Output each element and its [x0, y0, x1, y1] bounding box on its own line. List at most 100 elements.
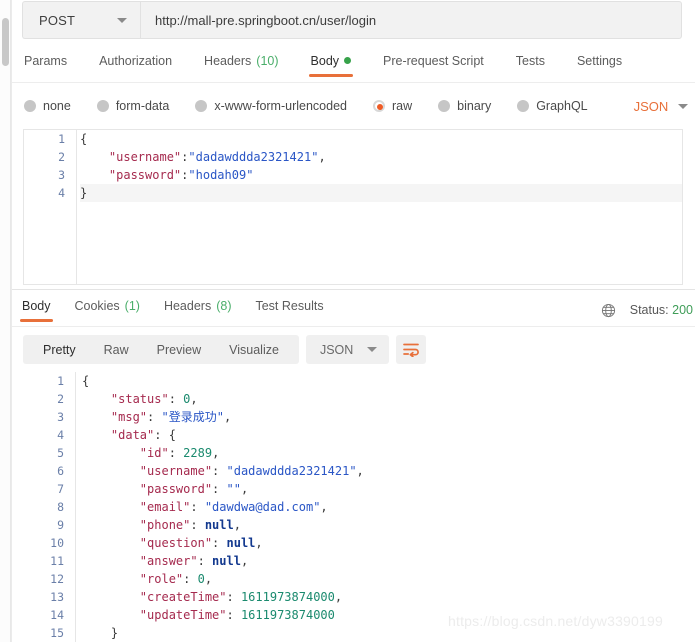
left-scrollbar[interactable] — [0, 0, 11, 642]
line-number: 5 — [57, 446, 64, 460]
body-type-graphql[interactable]: GraphQL — [517, 99, 588, 113]
tab-label: Cookies — [74, 298, 120, 313]
code-token: : — [168, 446, 184, 460]
body-type-x-www-form-urlencoded[interactable]: x-www-form-urlencoded — [195, 99, 347, 113]
request-body-code[interactable]: { "username":"dadawddda2321421", "passwo… — [77, 130, 682, 284]
code-token: : — [190, 500, 205, 514]
code-line: "username": "dadawddda2321421", — [82, 462, 683, 480]
wrap-lines-button[interactable] — [396, 335, 427, 364]
code-token: null — [226, 536, 256, 550]
code-token: : — [147, 410, 162, 424]
response-view-mode-group: Pretty Raw Preview Visualize — [23, 335, 299, 364]
request-tab-authorization[interactable]: Authorization — [99, 54, 172, 77]
view-mode-visualize[interactable]: Visualize — [215, 343, 293, 357]
radio-icon — [195, 100, 208, 112]
request-tab-pre-request-script[interactable]: Pre-request Script — [383, 54, 484, 77]
code-token: null — [204, 518, 234, 532]
code-token: "createTime" — [139, 590, 227, 604]
request-format-select[interactable]: JSON — [634, 99, 689, 114]
line-number: 2 — [58, 150, 65, 164]
code-token: , — [204, 572, 213, 586]
code-token: , — [190, 392, 198, 406]
line-number: 15 — [50, 626, 64, 640]
code-line: { — [80, 130, 682, 148]
code-token: "phone" — [139, 518, 191, 532]
postman-window: POST http://mall-pre.springboot.cn/user/… — [0, 0, 695, 642]
request-body-editor[interactable]: 1 2 3 4 { "username":"dadawddda2321421", "p… — [23, 129, 683, 285]
tab-label: Headers — [163, 298, 212, 313]
code-token: : — [226, 590, 241, 604]
body-type-binary[interactable]: binary — [438, 99, 491, 113]
response-view-toolbar: Pretty Raw Preview Visualize JSON — [23, 335, 427, 364]
radio-icon — [24, 100, 36, 112]
http-method-select[interactable]: POST — [22, 1, 140, 39]
response-body-viewer[interactable]: 1 2 3 4 5 6 7 8 9 10 11 12 13 14 15 { "status": 0, "ms… — [23, 372, 683, 642]
code-token: : — [190, 518, 205, 532]
tab-label: Pre-request Script — [383, 53, 484, 68]
request-tab-body[interactable]: Body — [308, 53, 353, 77]
wrap-lines-icon — [402, 343, 419, 357]
radio-icon — [373, 100, 385, 112]
tab-label: Body — [310, 53, 340, 68]
body-type-none[interactable]: none — [24, 99, 71, 113]
request-tab-settings[interactable]: Settings — [577, 54, 622, 77]
watermark: https://blog.csdn.net/dyw3390199 — [448, 613, 663, 629]
request-tab-divider — [12, 82, 695, 83]
line-number: 8 — [57, 500, 64, 514]
code-token: null — [212, 554, 241, 568]
response-tab-test-results[interactable]: Test Results — [255, 299, 323, 322]
radio-icon — [438, 100, 451, 112]
response-body-code[interactable]: { "status": 0, "msg": "登录成功", "data": { … — [76, 372, 683, 642]
globe-icon[interactable] — [601, 303, 616, 318]
code-line: "status": 0, — [82, 390, 683, 408]
response-tab-headers[interactable]: Headers (8) — [164, 299, 232, 322]
view-mode-raw[interactable]: Raw — [90, 343, 143, 357]
code-token: "msg" — [110, 410, 148, 424]
body-type-label: none — [43, 99, 71, 113]
code-token: } — [82, 626, 119, 640]
tab-label: Tests — [515, 53, 545, 68]
code-line: "createTime": 1611973874000, — [82, 588, 683, 606]
code-token: "question" — [139, 536, 213, 550]
request-tab-tests[interactable]: Tests — [516, 54, 545, 77]
code-token: , — [240, 554, 249, 568]
response-tab-cookies[interactable]: Cookies (1) — [75, 299, 140, 322]
code-token: , — [356, 464, 364, 478]
left-scrollbar-thumb[interactable] — [2, 18, 9, 66]
tab-count: (8) — [216, 298, 232, 313]
request-format-label: JSON — [633, 98, 669, 114]
request-tab-bar: Params Authorization Headers (10) Body Pre-re… — [12, 48, 695, 82]
request-tab-params[interactable]: Params — [24, 54, 67, 77]
status-code: 200 — [672, 303, 693, 317]
request-tab-headers[interactable]: Headers (10) — [204, 54, 278, 77]
code-token: 1611973874000 — [240, 590, 335, 604]
response-format-select[interactable]: JSON — [305, 335, 390, 364]
code-token: "" — [226, 482, 241, 496]
body-type-label: binary — [457, 99, 492, 113]
code-line: "email": "dawdwa@dad.com", — [82, 498, 683, 516]
body-type-form-data[interactable]: form-data — [96, 99, 170, 113]
response-tab-body[interactable]: Body — [20, 298, 52, 322]
request-line-number-gutter: 1 2 3 4 — [24, 130, 77, 284]
tab-label: Body — [22, 298, 51, 313]
tab-label: Headers — [204, 53, 252, 68]
view-mode-preview[interactable]: Preview — [143, 343, 215, 357]
view-mode-pretty[interactable]: Pretty — [29, 343, 90, 357]
http-method-label: POST — [39, 12, 76, 28]
line-number: 6 — [57, 464, 64, 478]
code-token: , — [212, 446, 220, 460]
body-type-raw[interactable]: raw — [373, 99, 412, 113]
code-line: "password": "", — [82, 480, 683, 498]
line-number: 2 — [57, 392, 64, 406]
body-type-label: form-data — [115, 99, 170, 113]
code-token: "updateTime" — [139, 608, 227, 622]
code-token: , — [255, 536, 263, 550]
url-input[interactable]: http://mall-pre.springboot.cn/user/login — [140, 1, 682, 39]
